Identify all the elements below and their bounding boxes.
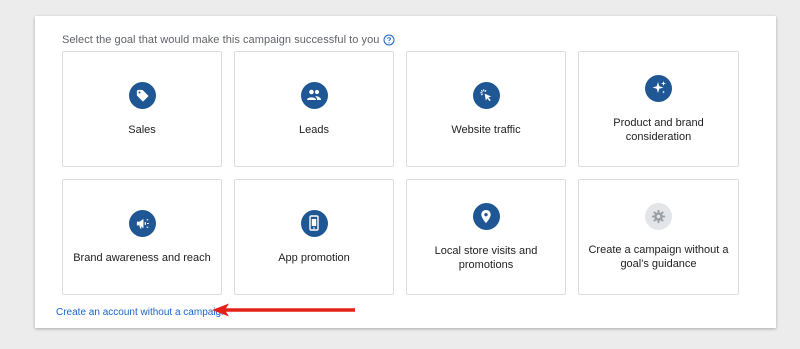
help-circle-icon[interactable] [383,34,395,46]
sparkle-icon [645,74,672,102]
goal-card-brand-awareness-reach[interactable]: Brand awareness and reach [62,179,222,295]
goal-card-app-promotion[interactable]: App promotion [234,179,394,295]
location-pin-icon [472,202,500,230]
cursor-click-icon [472,81,500,109]
goal-card-label: Website traffic [451,123,521,136]
red-arrow-annotation [212,303,355,317]
goal-card-sales[interactable]: Sales [62,51,222,167]
phone-icon [300,209,328,237]
goal-card-label: Create a campaign without a goal's guida… [588,244,729,270]
goal-grid: Sales Leads Website traffic Product and … [62,51,739,295]
goal-card-no-guidance[interactable]: Create a campaign without a goal's guida… [578,179,739,295]
tag-icon [128,81,156,109]
create-account-without-campaign-link[interactable]: Create an account without a campaign [56,307,227,318]
goal-selection-panel: Select the goal that would make this cam… [35,16,776,328]
people-icon [300,81,328,109]
goal-card-label: Product and brand consideration [613,116,704,143]
goal-card-label: Sales [128,123,156,136]
goal-card-label: Local store visits and promotions [434,244,538,271]
goal-card-website-traffic[interactable]: Website traffic [406,51,566,167]
goal-card-product-brand-consideration[interactable]: Product and brand consideration [578,51,739,167]
goal-card-label: Brand awareness and reach [73,251,211,264]
goal-card-leads[interactable]: Leads [234,51,394,167]
goal-card-label: Leads [299,123,329,136]
gear-icon [645,203,672,230]
goal-heading: Select the goal that would make this cam… [62,34,395,46]
goal-card-label: App promotion [278,251,350,264]
goal-heading-text: Select the goal that would make this cam… [62,34,380,46]
goal-card-local-store-visits[interactable]: Local store visits and promotions [406,179,566,295]
megaphone-icon [128,209,156,237]
